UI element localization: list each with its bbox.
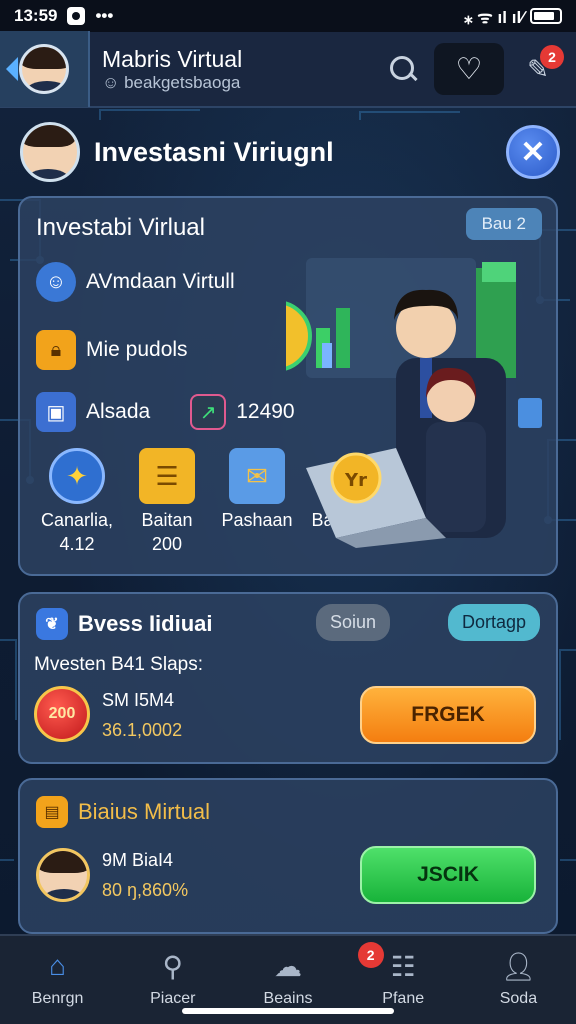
card-badge[interactable]: Bau 2 xyxy=(465,208,542,240)
menu-item-wallet[interactable]: ▣ Alsada ↗ 12490 xyxy=(36,392,295,432)
nav-label: Beains xyxy=(263,990,313,1007)
grid-item-coins[interactable]: ☰ Baitan 200 xyxy=(122,448,212,556)
agent-icon: ☺ xyxy=(36,262,76,302)
coin-glyph: ≠ xyxy=(286,323,287,353)
market-stat-b: 80 ŋ,860% xyxy=(102,880,189,900)
list-icon: ☷ xyxy=(390,950,416,982)
investment-overview-card: Investabi Virlual Bau 2 ☺ AVmdaan Virtul… xyxy=(18,196,558,576)
home-icon: ⌂ xyxy=(49,950,67,981)
profile-row: Investasni Viriugnl ✕ xyxy=(20,118,560,186)
paw-icon: ❦ xyxy=(36,608,68,640)
menu-item-label: Mie pudols xyxy=(86,338,188,361)
lock-icon: 🔒︎ xyxy=(36,330,76,370)
invest-card-subtitle: Mvesten B41 Slaps: xyxy=(34,654,203,675)
menu-item-label: Alsada xyxy=(86,400,151,423)
coins-icon: ☰ xyxy=(139,448,195,504)
nav-home[interactable]: ⌂ Benrgn xyxy=(0,936,115,1024)
search-people-icon: ⚲ xyxy=(162,950,184,982)
header-avatar-button[interactable] xyxy=(0,31,90,107)
nav-profile[interactable]: 👤︎ Soda xyxy=(461,936,576,1024)
investor-illustration: ≠ Yr xyxy=(286,258,542,548)
header-subtitle: ☺ beakgetsbaoga xyxy=(102,73,241,92)
more-notifications-icon: ••• xyxy=(95,6,114,25)
cloud-icon: ☁ xyxy=(274,950,302,982)
nav-badge: 2 xyxy=(357,942,384,968)
grid-label: Baitan xyxy=(141,510,193,530)
user-icon: 👤︎ xyxy=(500,950,537,982)
nav-label: Pfane xyxy=(382,990,425,1007)
notification-app-icon xyxy=(67,7,86,25)
app-header: Mabris Virtual ☺ beakgetsbaoga ♡ ✎ 2 xyxy=(0,31,576,108)
menu-item-lock[interactable]: 🔒︎ Mie pudols xyxy=(36,330,188,370)
close-icon: ✕ xyxy=(520,135,546,169)
invest-card-title: Bvess Iidiuai xyxy=(78,611,213,636)
status-bar: 13:59 ••• ⁎ ᯤ ıl ıl∕ xyxy=(0,0,576,32)
invest-stat-a: SM I5M4 xyxy=(102,690,175,710)
filter-chip-soiun[interactable]: Soiun xyxy=(315,604,390,641)
grid-value: 4.12 xyxy=(59,534,95,554)
grid-value: 200 xyxy=(151,534,183,554)
market-stat-a: 9M BiaI4 xyxy=(102,850,174,870)
profile-name: Investasni Viriugnl xyxy=(94,136,334,167)
box-icon: ▤ xyxy=(36,796,68,828)
grid-item-growth[interactable]: ✦ Canarlia, 4.12 xyxy=(32,448,122,556)
invest-stat-b: 36.1,0002 xyxy=(102,720,183,740)
avatar xyxy=(36,848,90,902)
battery-icon xyxy=(530,8,562,24)
tools-button[interactable]: ✎ 2 xyxy=(518,45,564,89)
close-button[interactable]: ✕ xyxy=(506,125,560,179)
coin-icon: 200 xyxy=(34,686,90,742)
nav-label: Benrgn xyxy=(31,990,84,1007)
investment-detail-card: ❦ Bvess Iidiuai Soiun Dortagp Mvesten B4… xyxy=(18,592,558,764)
certificate-icon: ✉ xyxy=(229,448,285,504)
market-card-title: Biaius Mirtual xyxy=(78,799,211,824)
frgek-button[interactable]: FRGEK xyxy=(360,686,536,744)
wallet-icon: ▣ xyxy=(36,392,76,432)
nav-label: Piacer xyxy=(150,990,196,1007)
notification-badge: 2 xyxy=(540,45,564,69)
status-time: 13:59 xyxy=(14,6,58,25)
avatar xyxy=(19,44,69,94)
heart-icon: ♡ xyxy=(455,52,483,86)
chart-up-icon: ↗ xyxy=(190,394,227,430)
market-card: ▤ Biaius Mirtual 9M BiaI4 80 ŋ,860% JSCI… xyxy=(18,778,558,934)
search-icon[interactable] xyxy=(386,52,420,86)
menu-item-label: AVmdaan Virtull xyxy=(86,270,235,293)
market-avatar-wrap xyxy=(36,848,90,902)
header-title: Mabris Virtual xyxy=(102,46,243,72)
nav-label: Soda xyxy=(499,990,538,1007)
jscik-button[interactable]: JSCIK xyxy=(360,846,536,904)
favorites-button[interactable]: ♡ xyxy=(434,43,504,95)
coin-glyph-2: Yr xyxy=(344,470,367,491)
card-title: Investabi Virlual xyxy=(36,214,205,241)
growth-icon: ✦ xyxy=(49,448,105,504)
signal-icons: ⁎ ᯤ ıl ıl∕ xyxy=(464,7,524,27)
grid-label: Canarlia, xyxy=(40,510,114,530)
grid-label: Pashaan xyxy=(221,510,293,530)
home-indicator[interactable] xyxy=(182,1008,394,1014)
filter-chip-dortagp[interactable]: Dortagp xyxy=(447,604,540,641)
profile-avatar[interactable] xyxy=(20,122,80,182)
menu-item-agent[interactable]: ☺ AVmdaan Virtull xyxy=(36,262,235,302)
